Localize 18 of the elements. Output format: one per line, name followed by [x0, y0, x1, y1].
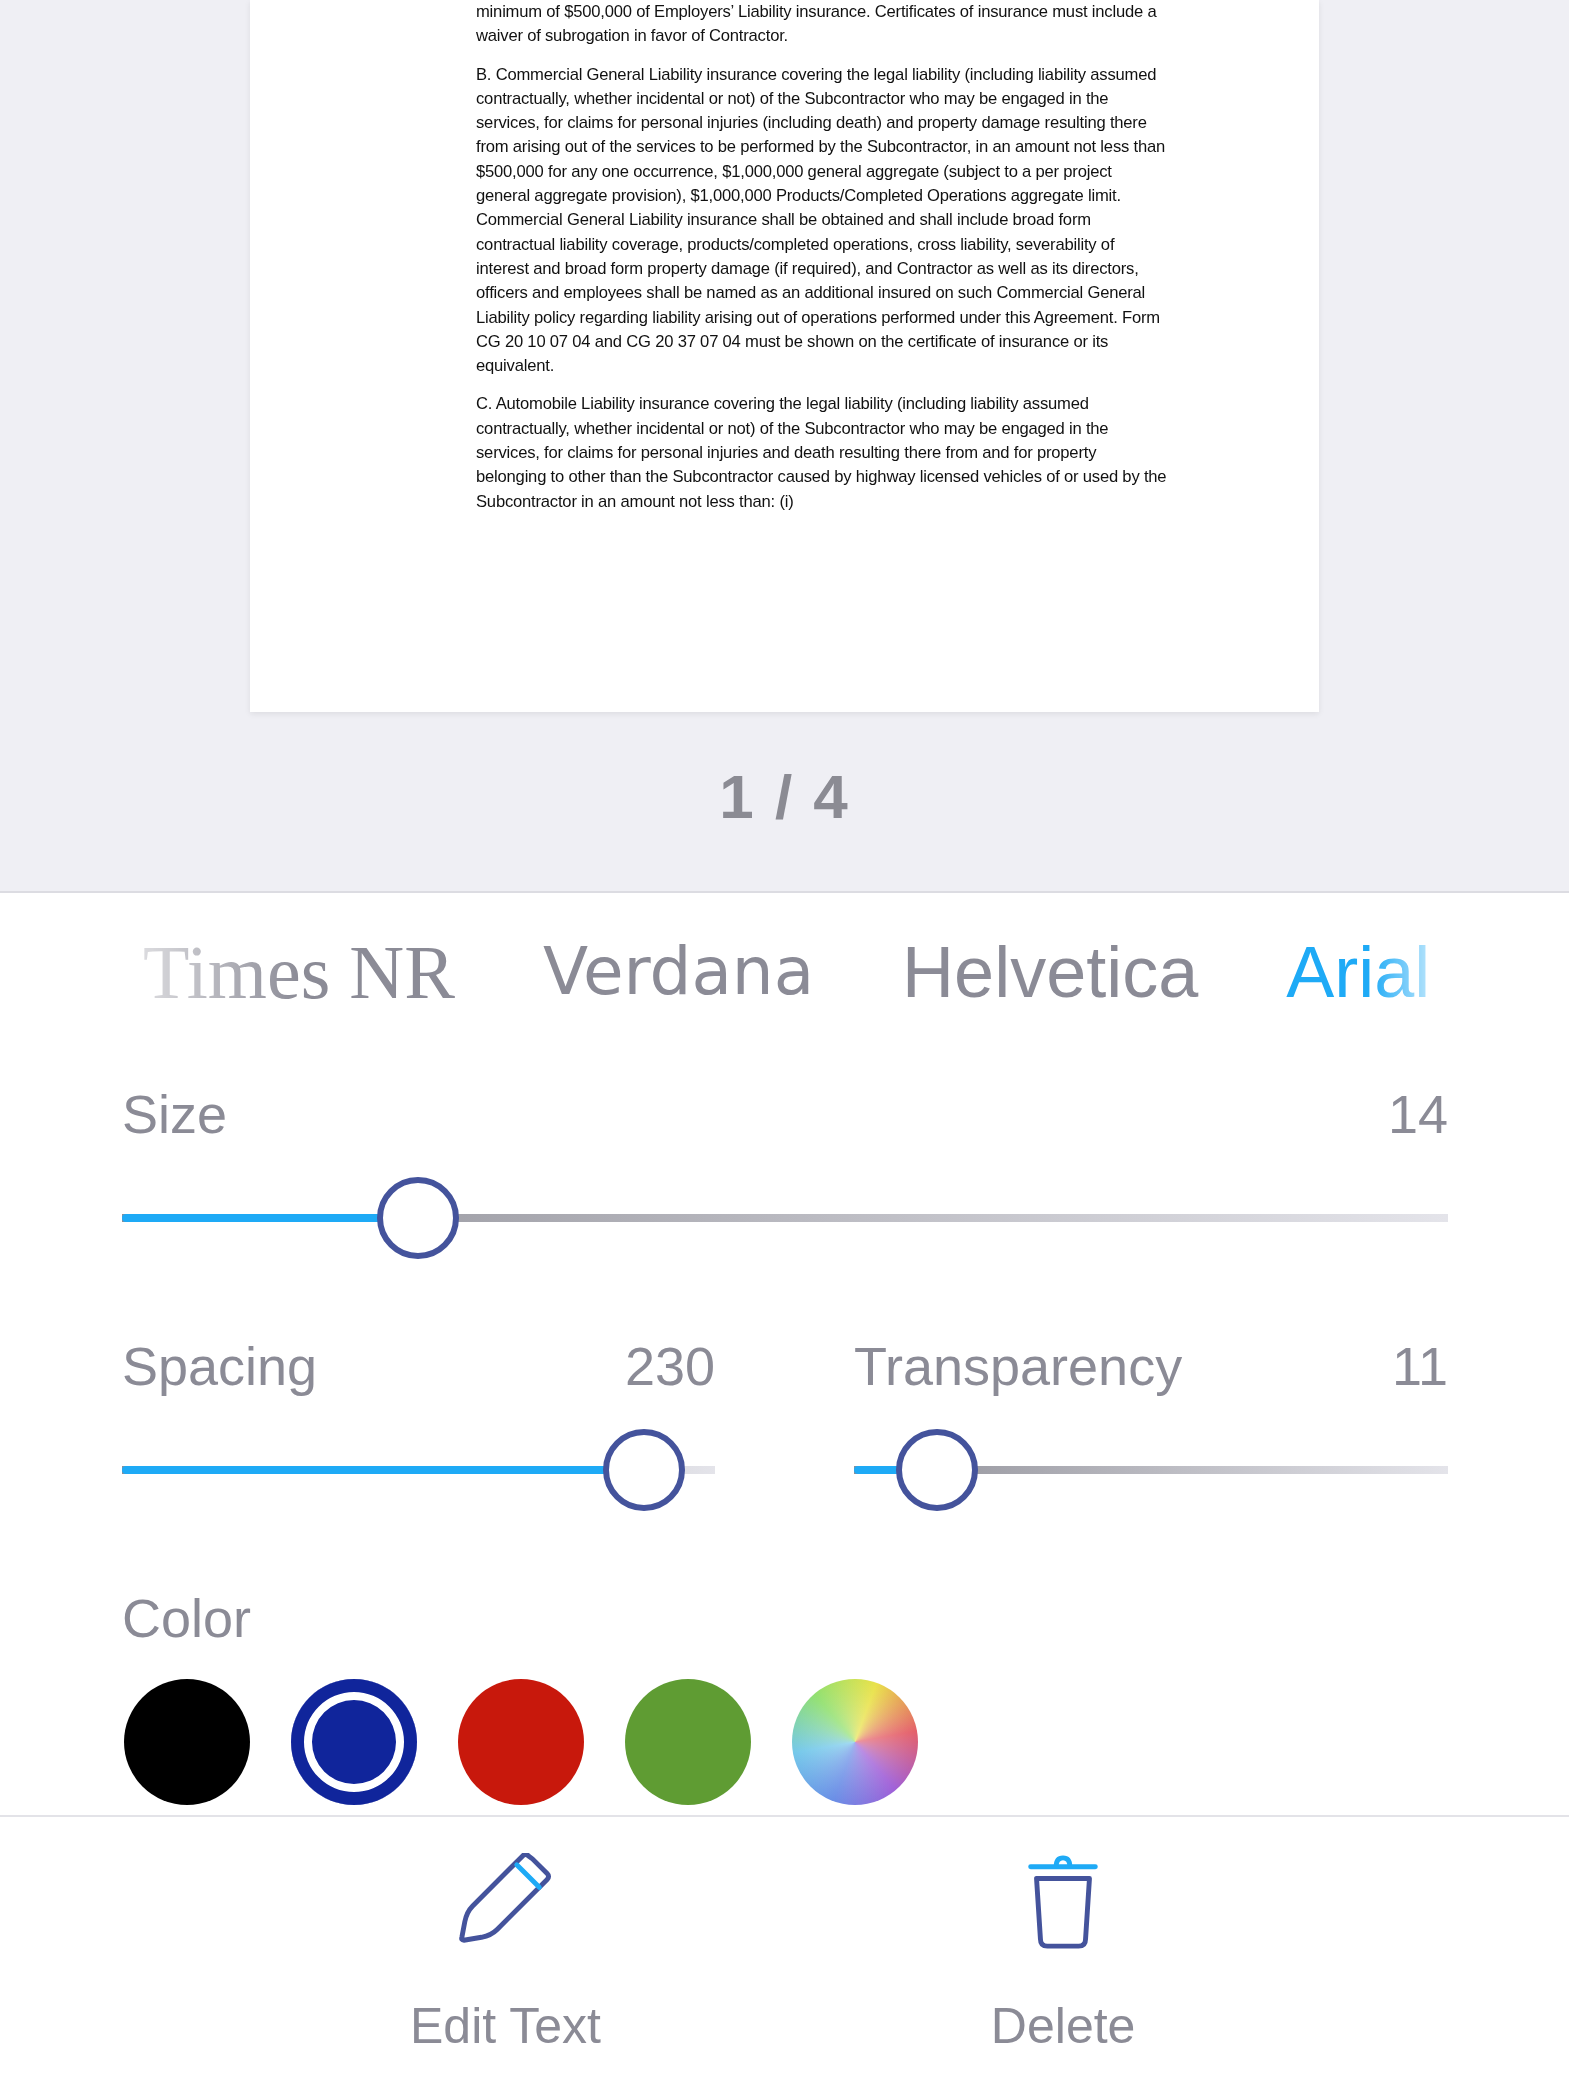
document-paragraph: minimum of $500,000 of Employers’ Liability insurance. Certificates of insurance must include a waiver of subrogation in favor of Contractor. — [476, 1, 1158, 48]
page-indicator: 1 / 4 — [718, 761, 851, 833]
document-paragraph: B. Commercial General Liability insurance covering the legal liability (including liability assumed contractually, whether incidental or not) of the Subcontractor who may be engaged in the services, for claims for personal injuries (including death) and property damage resulting there from arising out of the services to be performed by the Subcontractor, in an amount not less than $500,000 for any one occurrence, $1,000,000 general aggregate (subject to a per project general aggregate provision), $1,000,000 Products/Completed Operations aggregate limit. Commercial General Liability insurance shall be obtained and shall include broad form contractual liability coverage, products/completed operations, cross liability, severability of interest and broad form property damage (if required), and Contractor as well as its directors, officers and employees shall be named as an additional insured on such Commercial General Liability policy regarding liability arising out of operations performed under this Agreement. Form CG 20 10 07 04 and CG 20 37 07 04 must be shown on the certificate of insurance or its equivalent. — [476, 63, 1166, 378]
slider-label: Size — [122, 1082, 228, 1146]
font-tab[interactable]: Times NR — [143, 933, 455, 1010]
trash-icon — [1026, 1853, 1101, 1951]
delete-button[interactable]: Delete — [990, 1853, 1136, 2064]
font-tab[interactable]: Arial — [1286, 935, 1431, 1008]
slider-value: 14 — [1387, 1082, 1448, 1146]
slider-value: 230 — [624, 1334, 715, 1398]
edit-text-button[interactable]: Edit Text — [410, 1853, 601, 2064]
document-paragraph: C. Automobile Liability insurance covering the legal liability (including liability assumed contractually, whether incidental or not) of the Subcontractor who may be engaged in the services, for claims for personal injuries and death resulting there from and for property belonging to other than the Subcontractor caused by highway licensed vehicles of or used by the Subcontractor in an amount not less than: (i) — [476, 393, 1168, 513]
slider-value: 11 — [1391, 1334, 1448, 1398]
font-tab[interactable]: Verdana — [542, 938, 815, 1005]
slider-label: Transparency — [854, 1334, 1183, 1398]
font-tab[interactable]: Helvetica — [902, 935, 1199, 1008]
slider-label: Spacing — [122, 1334, 318, 1398]
color-label: Color — [122, 1586, 253, 1650]
